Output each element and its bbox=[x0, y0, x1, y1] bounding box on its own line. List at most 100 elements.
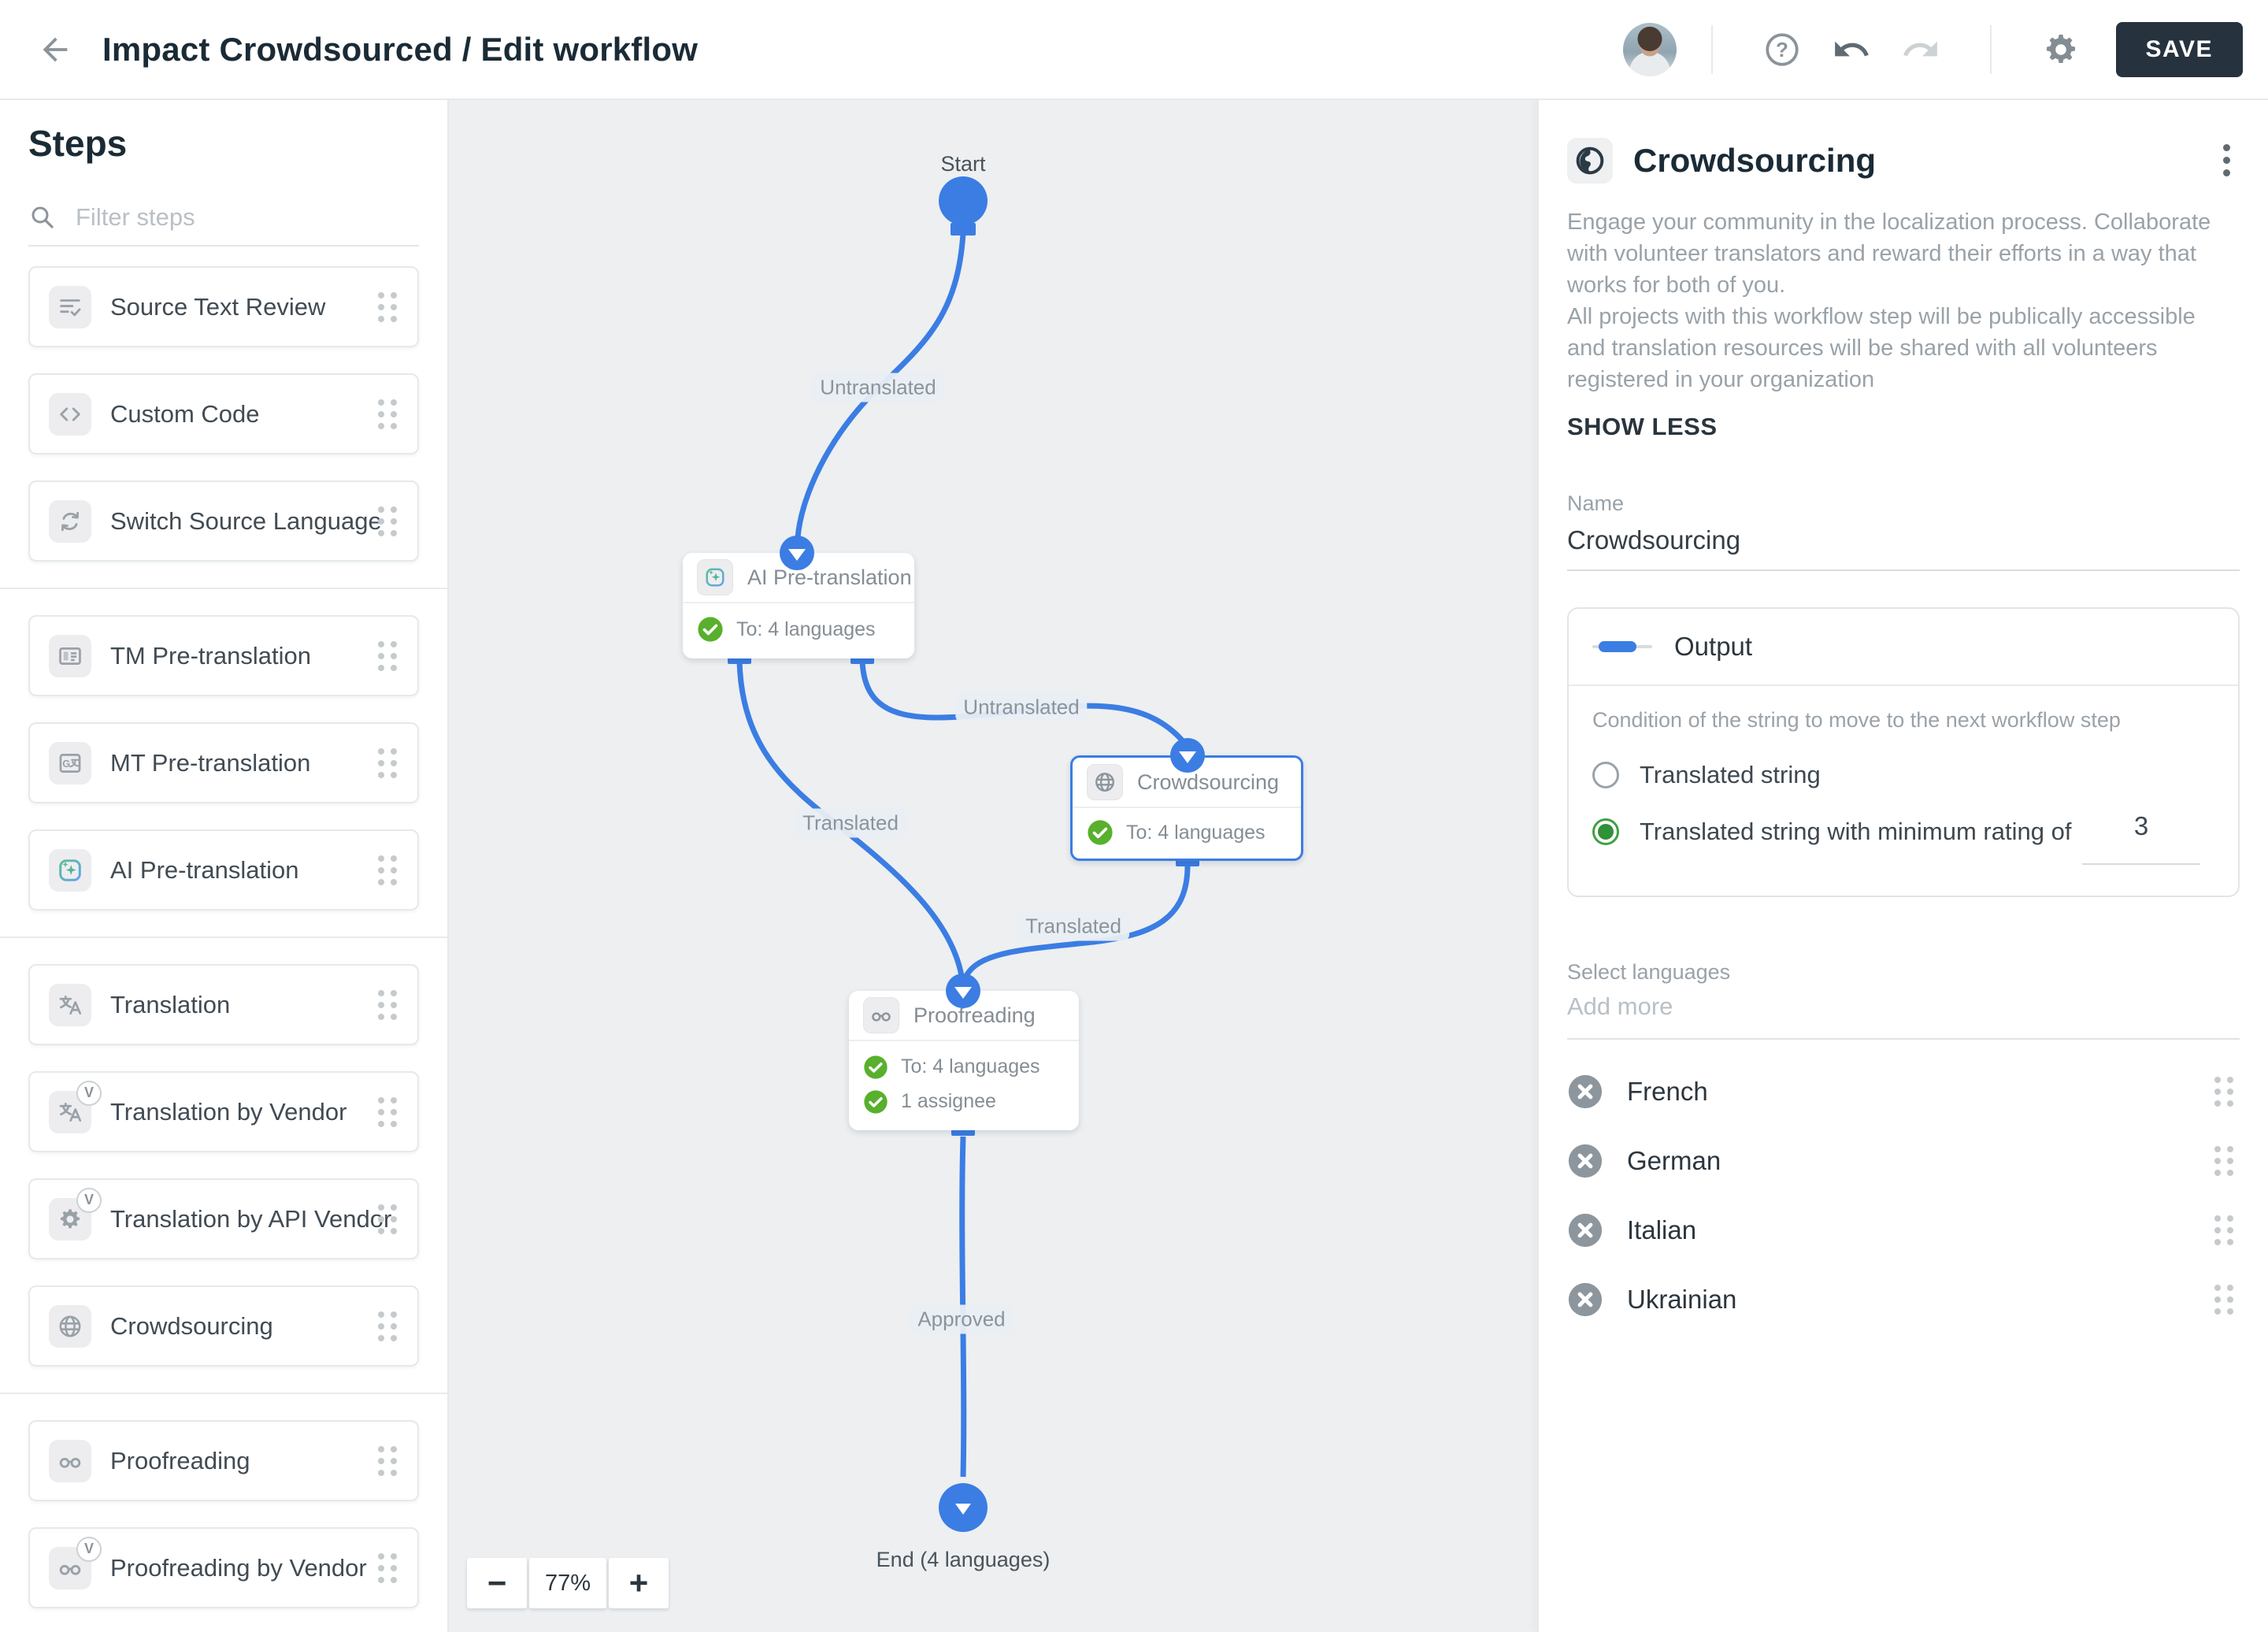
drag-handle-icon[interactable] bbox=[375, 1201, 400, 1237]
edge-label-translated: Translated bbox=[1017, 911, 1129, 941]
vendor-badge: V bbox=[76, 1536, 102, 1562]
step-card-translation[interactable]: Translation bbox=[28, 964, 419, 1045]
node-status-row: To: 4 languages bbox=[1087, 819, 1287, 846]
help-button[interactable]: ? bbox=[1758, 26, 1806, 73]
svg-text:G: G bbox=[62, 758, 70, 770]
zoom-in-button[interactable]: + bbox=[609, 1558, 669, 1608]
node-status-text: To: 4 languages bbox=[901, 1055, 1040, 1077]
settings-button[interactable] bbox=[2037, 26, 2085, 73]
step-card-custom-code[interactable]: Custom Code bbox=[28, 373, 419, 454]
kebab-menu-icon[interactable] bbox=[2214, 135, 2240, 186]
drag-handle-icon[interactable] bbox=[2211, 1281, 2236, 1318]
page-title: Impact Crowdsourced / Edit workflow bbox=[102, 30, 699, 68]
condition-label: Condition of the string to move to the n… bbox=[1592, 708, 2121, 732]
edge-label-untranslated: Untranslated bbox=[955, 692, 1088, 722]
step-card-tm-pre-translation[interactable]: TM Pre-translation bbox=[28, 615, 419, 696]
zoom-out-button[interactable]: − bbox=[467, 1558, 527, 1608]
drag-handle-icon[interactable] bbox=[375, 503, 400, 540]
zoom-toolbar: − 77% + bbox=[467, 1558, 669, 1608]
drag-handle-icon[interactable] bbox=[375, 1308, 400, 1345]
description-line: All projects with this workflow step wil… bbox=[1567, 304, 2196, 392]
node-body: To: 4 languages bbox=[1073, 808, 1301, 857]
workflow-canvas[interactable]: Start AI Pre-translation To: 4 languages bbox=[449, 100, 1537, 1632]
steps-sidebar: Steps Source Text Review Custom Code Swi… bbox=[0, 100, 449, 1632]
svg-text:?: ? bbox=[1776, 37, 1788, 61]
arrow-left-icon bbox=[43, 37, 68, 61]
step-card-proofreading[interactable]: Proofreading bbox=[28, 1420, 419, 1501]
show-less-link[interactable]: SHOW LESS bbox=[1567, 413, 1718, 441]
edge-label-translated: Translated bbox=[795, 808, 906, 838]
drag-handle-icon[interactable] bbox=[375, 745, 400, 781]
source-text-review-icon bbox=[49, 285, 91, 328]
vendor-badge: V bbox=[76, 1080, 102, 1106]
step-label: Source Text Review bbox=[110, 292, 326, 321]
step-card-ai-pre-translation[interactable]: AI Pre-translation bbox=[28, 829, 419, 911]
step-card-proofreading-by-vendor[interactable]: V Proofreading by Vendor bbox=[28, 1527, 419, 1608]
minimum-rating-input[interactable] bbox=[2082, 811, 2200, 865]
step-settings-panel: Crowdsourcing Engage your community in t… bbox=[1537, 100, 2268, 1632]
user-avatar[interactable] bbox=[1622, 22, 1677, 76]
add-language-input[interactable] bbox=[1567, 985, 2240, 1040]
remove-language-button[interactable] bbox=[1567, 1212, 1603, 1248]
remove-language-button[interactable] bbox=[1567, 1281, 1603, 1318]
node-body: To: 4 languages 1 assignee bbox=[849, 1041, 1079, 1127]
step-card-translation-by-api-vendor[interactable]: V Translation by API Vendor bbox=[28, 1178, 419, 1259]
drag-handle-icon[interactable] bbox=[375, 852, 400, 888]
edge-arrow-icon bbox=[946, 974, 980, 1008]
check-circle-icon bbox=[864, 1055, 888, 1079]
step-card-source-text-review[interactable]: Source Text Review bbox=[28, 266, 419, 347]
glasses-icon bbox=[863, 997, 899, 1033]
name-input[interactable] bbox=[1567, 516, 2240, 571]
node-status-text: To: 4 languages bbox=[1126, 821, 1266, 844]
zoom-level: 77% bbox=[529, 1558, 606, 1608]
drag-handle-icon[interactable] bbox=[2211, 1074, 2236, 1110]
step-card-mt-pre-translation[interactable]: G MT Pre-translation bbox=[28, 722, 419, 803]
drag-handle-icon[interactable] bbox=[375, 987, 400, 1023]
ai-sparkle-icon bbox=[697, 559, 733, 595]
drag-handle-icon[interactable] bbox=[375, 638, 400, 674]
radio-selected[interactable] bbox=[1592, 818, 1619, 845]
node-title: Crowdsourcing bbox=[1137, 770, 1280, 794]
drag-handle-icon[interactable] bbox=[375, 1550, 400, 1586]
remove-language-button[interactable] bbox=[1567, 1074, 1603, 1110]
drag-handle-icon[interactable] bbox=[375, 1443, 400, 1479]
step-label: Translation bbox=[110, 990, 231, 1018]
output-section: Output Condition of the string to move t… bbox=[1567, 607, 2240, 897]
x-circle-icon bbox=[1568, 1282, 1603, 1317]
drag-handle-icon[interactable] bbox=[375, 1094, 400, 1130]
language-name: German bbox=[1627, 1146, 1721, 1175]
output-body: Condition of the string to move to the n… bbox=[1569, 686, 2238, 865]
node-status-text: 1 assignee bbox=[901, 1090, 996, 1112]
drag-handle-icon[interactable] bbox=[2211, 1212, 2236, 1248]
redo-arrow-icon bbox=[1903, 41, 1937, 56]
step-card-translation-by-vendor[interactable]: V Translation by Vendor bbox=[28, 1071, 419, 1152]
filter-steps-field bbox=[28, 202, 419, 247]
x-circle-icon bbox=[1568, 1144, 1603, 1178]
save-button[interactable]: SAVE bbox=[2115, 21, 2243, 77]
drag-handle-icon[interactable] bbox=[375, 289, 400, 325]
drag-handle-icon[interactable] bbox=[2211, 1143, 2236, 1179]
step-card-crowdsourcing[interactable]: Crowdsourcing bbox=[28, 1285, 419, 1367]
edge-arrow-icon bbox=[780, 536, 814, 570]
undo-button[interactable] bbox=[1828, 26, 1875, 73]
sync-icon bbox=[49, 499, 91, 543]
redo-button[interactable] bbox=[1897, 26, 1944, 73]
radio-unselected[interactable] bbox=[1592, 762, 1619, 788]
translation-memory-icon bbox=[49, 634, 91, 677]
vendor-badge: V bbox=[76, 1187, 102, 1213]
language-name: French bbox=[1627, 1077, 1708, 1106]
node-proofreading[interactable]: Proofreading To: 4 languages 1 assignee bbox=[849, 991, 1079, 1130]
filter-steps-input[interactable] bbox=[74, 202, 376, 232]
sidebar-title: Steps bbox=[28, 123, 128, 164]
back-button[interactable] bbox=[32, 26, 79, 73]
step-label: Translation by Vendor bbox=[110, 1097, 347, 1126]
language-name: Italian bbox=[1627, 1215, 1697, 1244]
drag-handle-icon[interactable] bbox=[375, 396, 400, 432]
step-card-switch-source-language[interactable]: Switch Source Language bbox=[28, 480, 419, 562]
code-icon bbox=[49, 392, 91, 436]
check-circle-icon bbox=[1088, 820, 1113, 845]
language-name: Ukrainian bbox=[1627, 1285, 1737, 1314]
remove-language-button[interactable] bbox=[1567, 1143, 1603, 1179]
language-row-ukrainian: Ukrainian bbox=[1567, 1265, 2240, 1334]
panel-title: Crowdsourcing bbox=[1633, 141, 1877, 179]
